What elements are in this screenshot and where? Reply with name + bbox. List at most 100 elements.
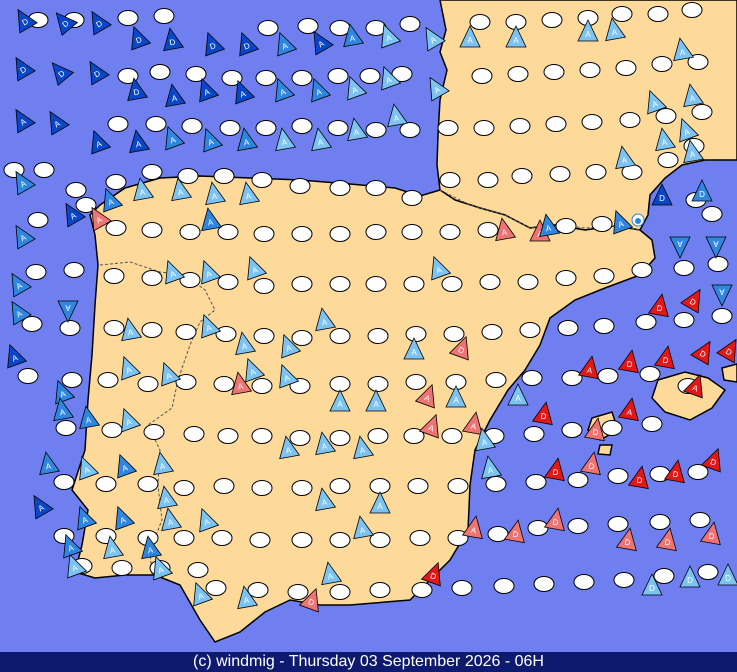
calm-wind-marker (469, 14, 491, 30)
calm-wind-marker (507, 66, 529, 82)
calm-wind-marker (137, 476, 159, 492)
wind-type-letter: A (377, 502, 383, 511)
calm-wind-marker (615, 60, 637, 76)
calm-wind-marker (137, 376, 159, 392)
calm-wind-marker (179, 272, 201, 288)
calm-wind-marker (369, 582, 391, 598)
wind-type-letter: A (719, 287, 725, 296)
calm-wind-marker (59, 320, 81, 336)
calm-wind-marker (183, 426, 205, 442)
calm-wind-marker (61, 372, 83, 388)
calm-wind-marker (103, 268, 125, 284)
calm-wind-marker (141, 222, 163, 238)
calm-wind-marker (141, 164, 163, 180)
calm-wind-marker (527, 520, 549, 536)
calm-wind-marker (405, 326, 427, 342)
wind-type-letter: D (725, 574, 731, 583)
calm-wind-marker (97, 372, 119, 388)
calm-wind-marker (247, 582, 269, 598)
calm-wind-marker (399, 16, 421, 32)
calm-wind-marker (597, 368, 619, 384)
calm-wind-marker (117, 10, 139, 26)
calm-wind-marker (519, 322, 541, 338)
wind-map: DDDDDDDAAAAAAAAAADDDDAAAAAAAAAAAAAAAAAAA… (0, 0, 737, 672)
calm-wind-marker (103, 320, 125, 336)
calm-wind-marker (555, 270, 577, 286)
wind-type-letter: A (713, 239, 719, 248)
calm-wind-marker (517, 274, 539, 290)
calm-wind-marker (711, 308, 733, 324)
calm-wind-marker (405, 374, 427, 390)
calm-wind-marker (543, 64, 565, 80)
formentera-island (597, 444, 613, 456)
calm-wind-marker (359, 68, 381, 84)
calm-wind-marker (181, 118, 203, 134)
wind-map-canvas: D D DD D D D A AA A A A AA AAD D DDAA A A A AAAA AA A A A A A AAA… (0, 0, 737, 652)
calm-wind-marker (253, 226, 275, 242)
calm-wind-marker (217, 274, 239, 290)
calm-wind-marker (481, 324, 503, 340)
calm-wind-marker (641, 416, 663, 432)
calm-wind-marker (33, 162, 55, 178)
calm-wind-marker (681, 2, 703, 18)
calm-wind-marker (145, 116, 167, 132)
calm-wind-marker (289, 178, 311, 194)
calm-wind-marker (567, 472, 589, 488)
calm-wind-marker (291, 226, 313, 242)
calm-wind-marker (289, 430, 311, 446)
calm-wind-marker (701, 206, 723, 222)
calm-wind-marker (365, 276, 387, 292)
calm-wind-marker (541, 12, 563, 28)
wind-type-letter: D (687, 576, 693, 585)
calm-wind-marker (105, 174, 127, 190)
weather-station-icon (631, 213, 645, 227)
calm-wind-marker (329, 180, 351, 196)
calm-wind-marker (567, 518, 589, 534)
wind-type-letter: A (337, 400, 343, 409)
footer-caption: (c) windmig - Thursday 03 September 2026… (0, 652, 737, 672)
calm-wind-marker (477, 172, 499, 188)
calm-wind-marker (291, 118, 313, 134)
calm-wind-marker (639, 366, 661, 382)
calm-wind-marker (255, 70, 277, 86)
calm-wind-marker (143, 424, 165, 440)
calm-wind-marker (561, 422, 583, 438)
calm-wind-marker (511, 168, 533, 184)
calm-wind-marker (439, 224, 461, 240)
calm-wind-marker (291, 70, 313, 86)
calm-wind-marker (329, 226, 351, 242)
wind-type-letter: A (515, 394, 521, 403)
calm-wind-marker (573, 574, 595, 590)
calm-wind-marker (525, 474, 547, 490)
calm-wind-marker (213, 478, 235, 494)
calm-wind-marker (149, 64, 171, 80)
calm-wind-marker (561, 370, 583, 386)
calm-wind-marker (101, 422, 123, 438)
calm-wind-marker (479, 274, 501, 290)
calm-wind-marker (105, 220, 127, 236)
calm-wind-marker (251, 172, 273, 188)
calm-wind-marker (403, 276, 425, 292)
calm-wind-marker (635, 314, 657, 330)
calm-wind-marker (291, 532, 313, 548)
calm-wind-marker (179, 224, 201, 240)
calm-wind-marker (473, 120, 495, 136)
calm-wind-marker (443, 326, 465, 342)
calm-wind-marker (411, 582, 433, 598)
wind-type-letter: A (65, 303, 71, 312)
calm-wind-marker (607, 468, 629, 484)
calm-wind-marker (291, 480, 313, 496)
calm-wind-marker (291, 276, 313, 292)
calm-wind-marker (27, 212, 49, 228)
calm-wind-marker (509, 118, 531, 134)
calm-wind-marker (329, 478, 351, 494)
calm-wind-marker (555, 218, 577, 234)
calm-wind-marker (329, 328, 351, 344)
calm-wind-marker (485, 476, 507, 492)
calm-wind-marker (549, 166, 571, 182)
wind-type-letter: D (649, 584, 655, 593)
calm-wind-marker (581, 114, 603, 130)
calm-wind-marker (521, 370, 543, 386)
calm-wind-marker (153, 8, 175, 24)
calm-wind-marker (401, 224, 423, 240)
